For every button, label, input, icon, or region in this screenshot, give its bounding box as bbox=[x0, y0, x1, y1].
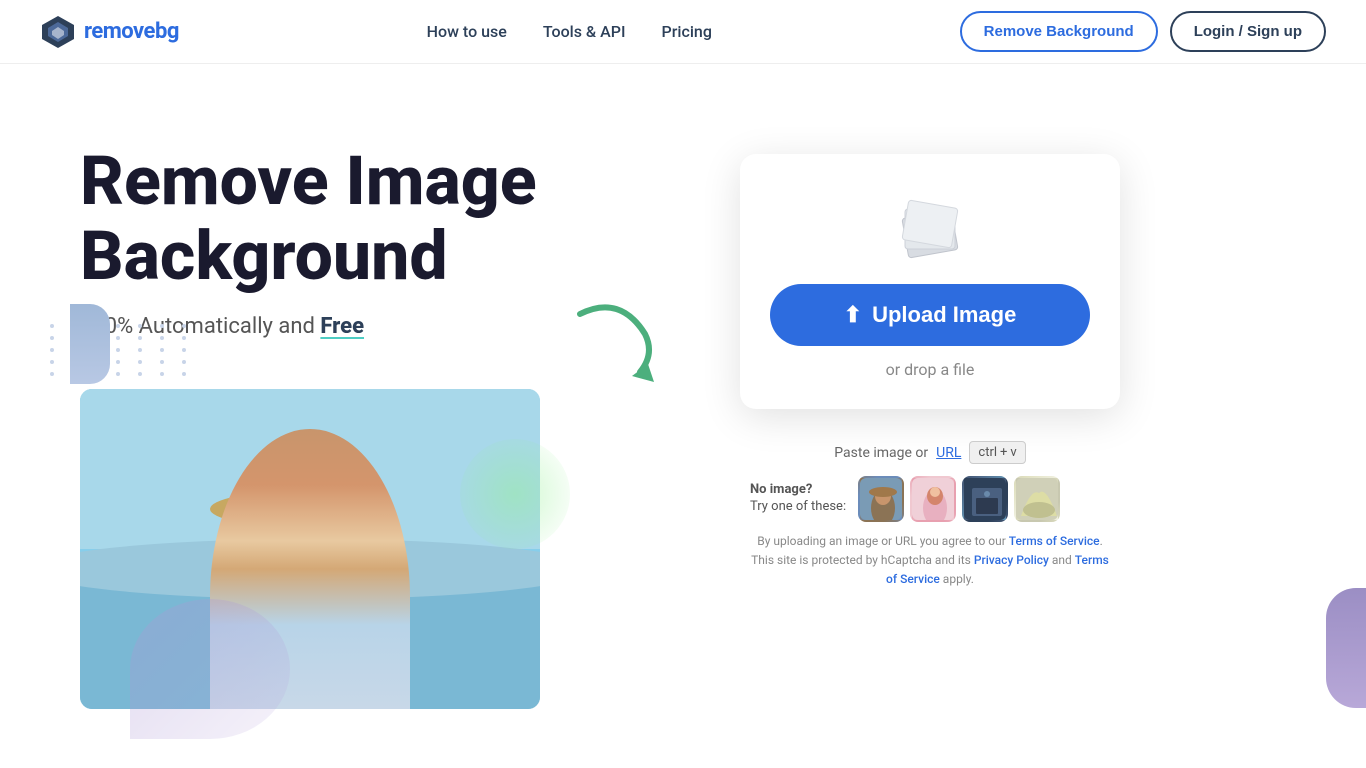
logo-text: removebg bbox=[84, 19, 179, 44]
main-nav: How to use Tools & API Pricing bbox=[427, 22, 712, 41]
blob-right-decoration bbox=[1326, 588, 1366, 708]
blob-green-decoration bbox=[460, 439, 570, 549]
paste-url-link[interactable]: URL bbox=[936, 445, 961, 461]
hero-image-container bbox=[80, 389, 700, 709]
blob-purple-decoration bbox=[130, 599, 290, 739]
nav-tools-api[interactable]: Tools & API bbox=[543, 22, 626, 41]
arrow-decoration bbox=[560, 284, 670, 398]
blob-left-decoration bbox=[70, 304, 110, 384]
sample-thumb-1[interactable] bbox=[858, 476, 904, 522]
nav-pricing[interactable]: Pricing bbox=[662, 22, 712, 41]
remove-background-button[interactable]: Remove Background bbox=[960, 11, 1158, 52]
drop-file-text: or drop a file bbox=[770, 360, 1090, 379]
sample-thumb-2[interactable] bbox=[910, 476, 956, 522]
upload-box: ⬆ Upload Image or drop a file bbox=[740, 154, 1120, 409]
samples-area: No image? Try one of these: bbox=[740, 476, 1120, 522]
nav-how-to-use[interactable]: How to use bbox=[427, 22, 507, 41]
samples-label: No image? Try one of these: bbox=[750, 482, 846, 516]
curved-arrow-icon bbox=[560, 284, 670, 394]
logo-icon bbox=[40, 14, 76, 50]
hero-title: Remove Image Background bbox=[80, 144, 700, 294]
legal-text: By uploading an image or URL you agree t… bbox=[740, 522, 1120, 600]
sample-thumb-4[interactable] bbox=[1014, 476, 1060, 522]
layers-icon bbox=[770, 194, 1090, 264]
keyboard-shortcut: ctrl + v bbox=[969, 441, 1025, 464]
sample-thumbs bbox=[858, 476, 1060, 522]
tos1-link[interactable]: Terms of Service bbox=[1009, 534, 1100, 548]
privacy-link[interactable]: Privacy Policy bbox=[974, 553, 1049, 567]
sample-thumb-3[interactable] bbox=[962, 476, 1008, 522]
main-content: Remove Image Background 100% Automatical… bbox=[0, 64, 1366, 768]
login-signup-button[interactable]: Login / Sign up bbox=[1170, 11, 1326, 52]
paste-text: Paste image or bbox=[834, 445, 928, 461]
upload-button-label: Upload Image bbox=[872, 302, 1016, 328]
header-actions: Remove Background Login / Sign up bbox=[960, 11, 1326, 52]
header: removebg How to use Tools & API Pricing … bbox=[0, 0, 1366, 64]
hero-section: Remove Image Background 100% Automatical… bbox=[80, 124, 700, 709]
upload-section: ⬆ Upload Image or drop a file Paste imag… bbox=[740, 124, 1120, 600]
upload-icon: ⬆ bbox=[844, 302, 862, 328]
paste-area: Paste image or URL ctrl + v bbox=[740, 429, 1120, 476]
upload-image-button[interactable]: ⬆ Upload Image bbox=[770, 284, 1090, 346]
logo[interactable]: removebg bbox=[40, 14, 179, 50]
